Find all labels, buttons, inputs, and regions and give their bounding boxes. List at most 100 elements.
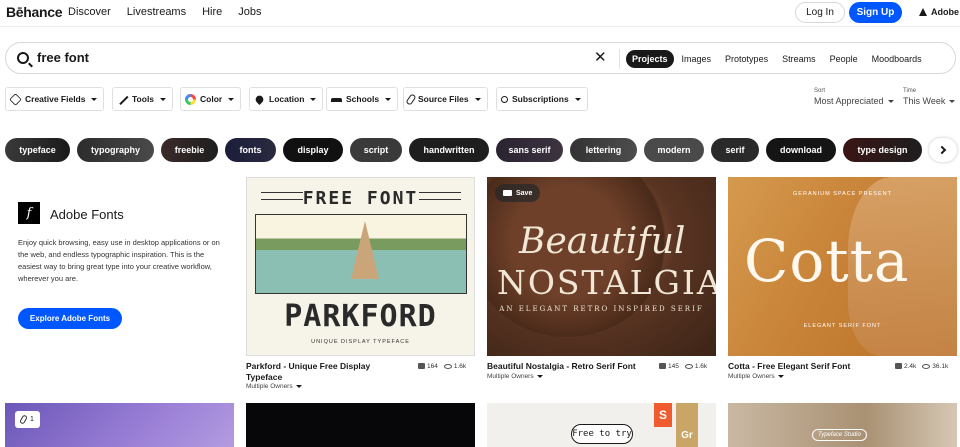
tag-chip[interactable]: display [283,138,343,162]
project-thumbnail-parkford[interactable]: FREE FONT PARKFORD UNIQUE DISPLAY TYPEFA… [246,177,475,356]
tag-chip[interactable]: fonts [225,138,276,162]
project-thumbnail-cotta[interactable]: GERANIUM SPACE PRESENT Cotta ELEGANT SER… [728,177,957,356]
brand-logo: Gr [676,403,698,447]
tag-chip[interactable]: serif [711,138,759,162]
tag-chip[interactable]: modern [644,138,704,162]
behance-logo[interactable]: Bēhance [6,4,63,20]
tag-chip[interactable]: sans serif [496,138,563,162]
tag-chip[interactable]: freebie [161,138,218,162]
clear-search-icon[interactable]: ✕ [594,50,607,66]
search-input[interactable]: free font [37,50,89,65]
tab-people[interactable]: People [824,50,864,68]
project-thumbnail[interactable]: Typeface Studio [728,403,957,447]
tag-chip[interactable]: handwritten [409,138,489,162]
login-button[interactable]: Log In [795,2,845,23]
art-text: PARKFORD [284,299,437,334]
chevron-down-icon [91,97,98,101]
view-count: 1.6k [694,363,708,370]
tools-icon [116,92,129,106]
art-text: Cotta [744,227,910,295]
signup-button[interactable]: Sign Up [849,2,902,23]
art-text: NOSTALGIA [497,263,716,302]
tag-chip[interactable]: script [350,138,402,162]
tab-projects[interactable]: Projects [626,50,674,68]
chevron-down-icon [310,97,317,101]
nav-link-livestreams[interactable]: Livestreams [127,6,186,18]
owner-label: Multiple Owners [246,383,293,390]
filter-label: Color [200,94,223,104]
project-thumbnail[interactable]: 1 [5,403,234,447]
adobe-fonts-logo: f [18,202,40,224]
thumbs-up-icon [659,363,666,369]
filter-label: Subscriptions [512,94,569,104]
art-text: ELEGANT SERIF FONT [803,323,882,329]
nav-link-discover[interactable]: Discover [68,6,111,18]
time-dropdown[interactable]: Time This Week [903,88,956,106]
filter-tools[interactable]: Tools [112,87,174,111]
sort-label: Sort [814,88,826,94]
project-thumbnail[interactable]: Free to try S Gr [487,403,716,447]
project-owner[interactable]: Multiple Owners [487,373,543,380]
art-text: Beautiful [519,221,686,262]
project-thumbnail-nostalgia[interactable]: Save Beautiful NOSTALGIA AN ELEGANT RETR… [487,177,716,356]
filter-creative-fields[interactable]: Creative Fields [5,87,105,111]
project-owner[interactable]: Multiple Owners [728,373,784,380]
project-title[interactable]: Beautiful Nostalgia - Retro Serif Font [487,361,647,372]
filter-schools[interactable]: Schools [326,87,399,111]
filter-location[interactable]: Location [249,87,324,111]
time-label: Time [903,88,917,94]
nav-link-hire[interactable]: Hire [202,6,222,18]
tags-next-button[interactable] [929,138,957,162]
tab-images[interactable]: Images [676,50,718,68]
chevron-down-icon [295,385,302,388]
project-thumbnail[interactable] [246,403,475,447]
paperclip-icon [19,414,28,425]
tag-chip[interactable]: lettering [570,138,637,162]
art-text: UNIQUE DISPLAY TYPEFACE [311,339,410,345]
project-title[interactable]: Parkford - Unique Free Display Typeface [246,361,396,383]
project-owner[interactable]: Multiple Owners [246,383,302,390]
filter-source-files[interactable]: Source Files [403,87,488,111]
color-wheel-icon [185,93,196,105]
chevron-right-icon [937,145,947,155]
sort-dropdown[interactable]: Sort Most Appreciated [814,88,894,106]
filter-color[interactable]: Color [180,87,242,111]
owner-label: Multiple Owners [728,373,775,380]
filter-subscriptions[interactable]: Subscriptions [496,87,588,111]
chevron-down-icon [574,97,581,101]
like-count: 164 [427,363,438,370]
chevron-down-icon [228,97,235,101]
tag-chip[interactable]: download [766,138,836,162]
tag-chip[interactable]: type design [843,138,922,162]
art-text: FREE FONT [302,188,419,209]
sailboat-icon [351,221,379,279]
nav-link-jobs[interactable]: Jobs [238,6,261,18]
filter-label: Tools [132,94,155,104]
promo-title: Adobe Fonts [50,207,124,222]
save-button[interactable]: Save [495,184,541,202]
art-text: GERANIUM SPACE PRESENT [793,191,892,197]
adobe-link[interactable]: Adobe [919,7,959,17]
project-stats: 164 1.6k [418,363,466,370]
tag-chip[interactable]: typography [77,138,154,162]
filter-label: Location [269,94,305,104]
chevron-down-icon [536,375,543,378]
adobe-label: Adobe [931,7,959,17]
save-label: Save [516,189,533,197]
chevron-down-icon [887,99,894,103]
view-count: 36.1k [932,363,949,370]
project-title[interactable]: Cotta - Free Elegant Serif Font [728,361,878,372]
tag-chip[interactable]: typeface [5,138,70,162]
filter-label: Creative Fields [25,94,86,104]
free-to-try-label: Free to try [571,424,633,444]
promo-description: Enjoy quick browsing, easy use in deskto… [18,238,220,283]
thumbs-up-icon [418,363,425,369]
filter-label: Source Files [418,94,469,104]
tab-moodboards[interactable]: Moodboards [866,50,928,68]
tab-streams[interactable]: Streams [776,50,822,68]
search-icon [17,52,29,64]
chevron-down-icon [777,375,784,378]
explore-adobe-fonts-button[interactable]: Explore Adobe Fonts [18,308,122,329]
chevron-down-icon [474,97,481,101]
tab-prototypes[interactable]: Prototypes [719,50,774,68]
